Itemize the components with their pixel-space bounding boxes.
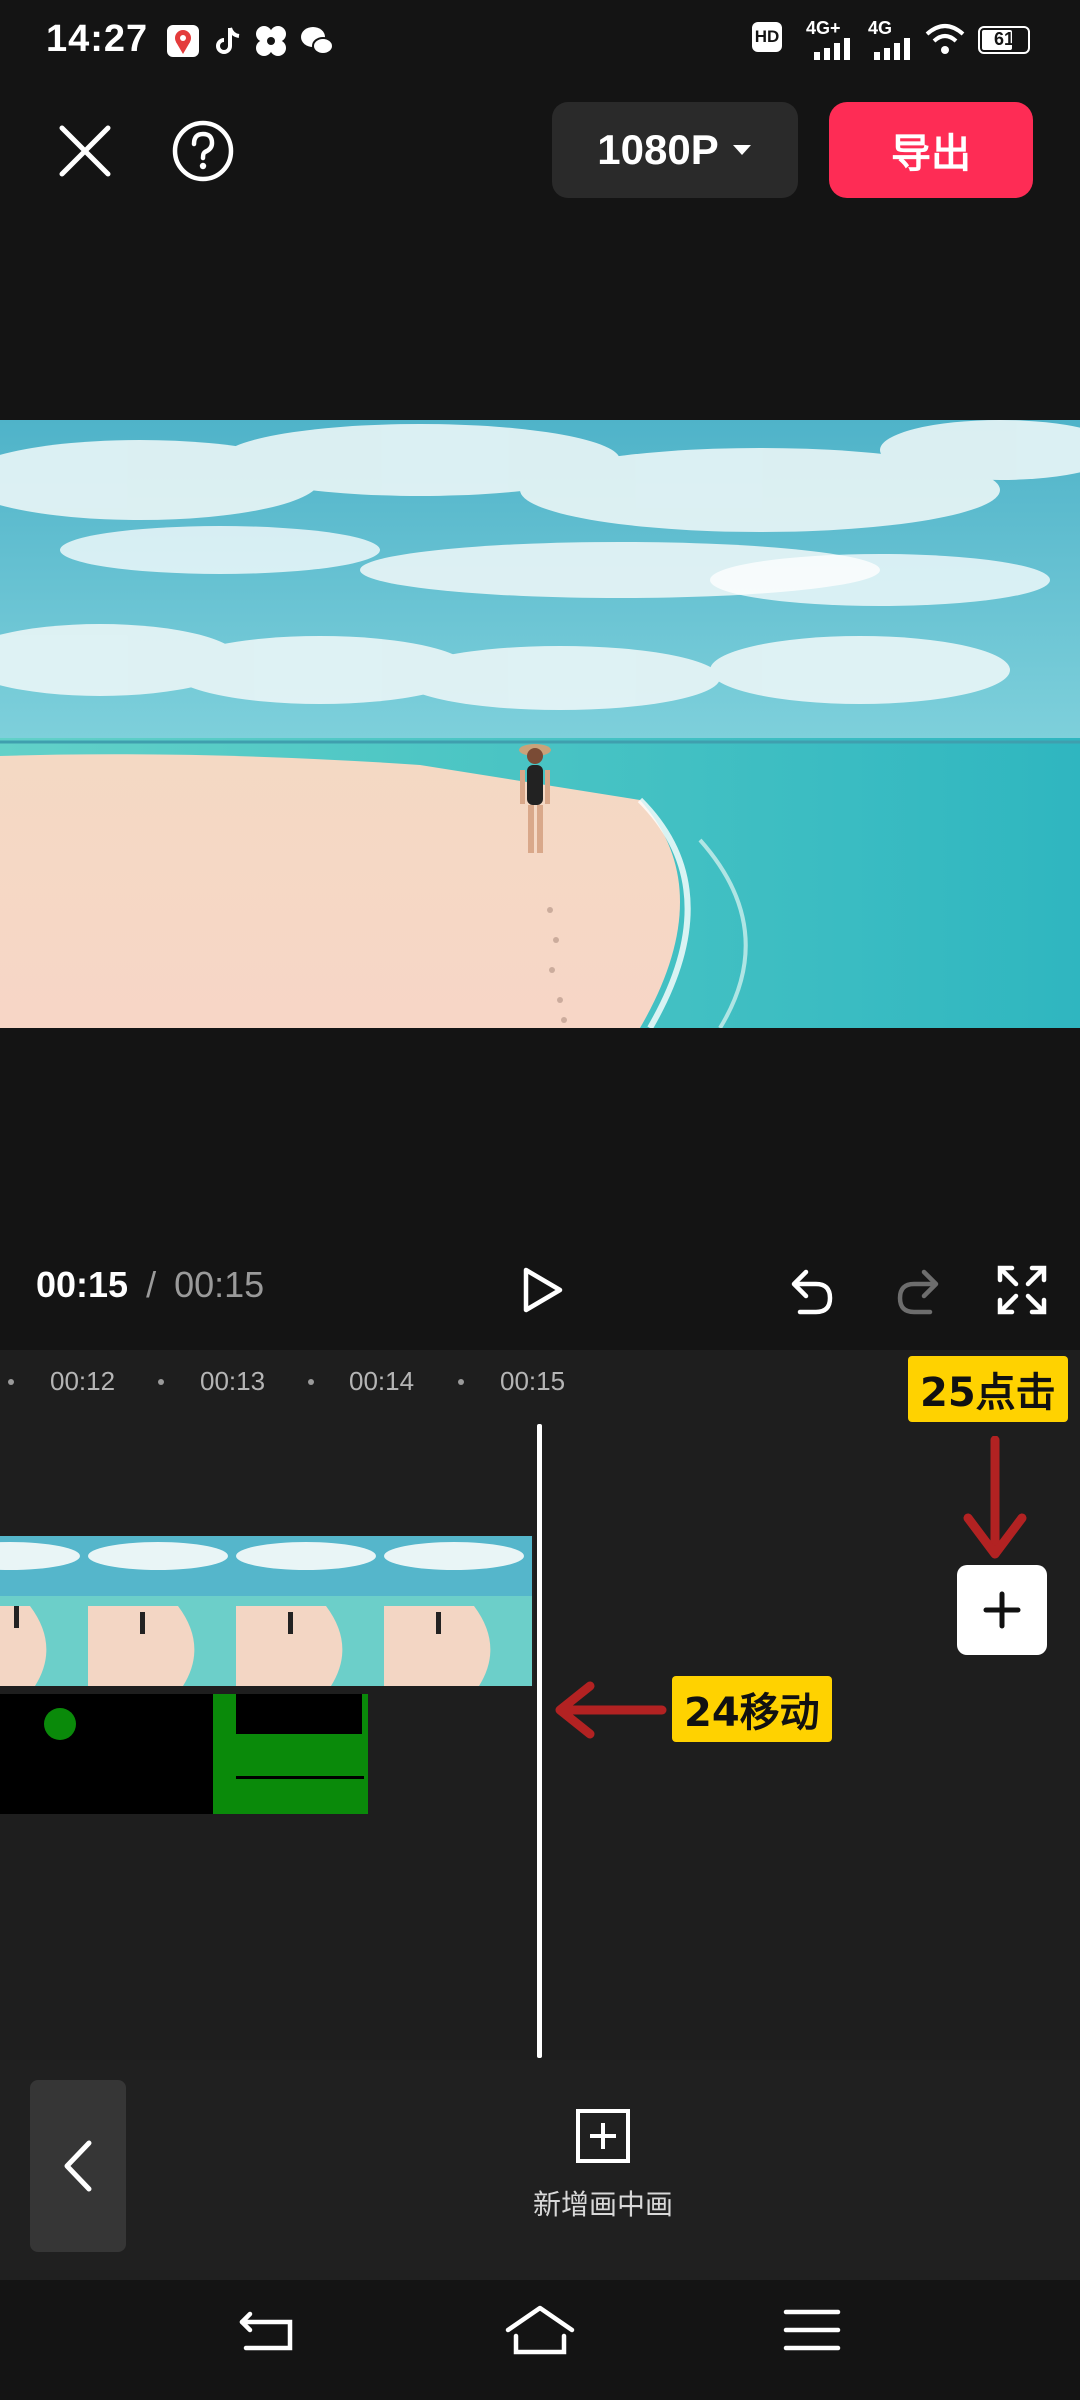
resolution-selector[interactable]: 1080P [552,102,798,198]
clip-thumbnail [236,1536,386,1686]
network-label-4g-plus: 4G+ [806,18,841,38]
fan-icon [256,26,286,56]
overlay-clip-line [236,1776,364,1779]
add-pip-button[interactable]: 新增画中画 [498,2108,708,2223]
ruler-label-12: 00:12 [50,1366,116,1396]
play-button[interactable] [514,1262,570,1318]
video-preview[interactable] [0,420,1080,1028]
signal-icon [814,38,850,60]
ruler-tick [8,1379,14,1385]
ruler-label-15: 00:15 [500,1366,566,1396]
resolution-label: 1080P [597,126,719,173]
wifi-icon [925,24,965,54]
tutorial-callout-move: 24移动 [672,1676,832,1742]
plus-icon [983,1591,1021,1629]
map-pin-icon [167,25,199,57]
export-button[interactable]: 导出 [829,102,1033,198]
total-time: 00:15 [174,1264,265,1305]
ruler-tick [308,1379,314,1385]
battery-level: 61 [993,29,1015,49]
system-home-icon[interactable] [500,2300,580,2360]
arrow-left-icon [555,1681,667,1739]
close-button[interactable] [52,118,118,184]
tiktok-icon [216,27,240,54]
signal-icon-2 [874,38,910,60]
add-pip-label: 新增画中画 [532,2188,673,2221]
playback-time: 00:15 / 00:15 [36,1264,264,1306]
undo-button[interactable] [784,1262,840,1318]
tutorial-callout-click: 25点击 [908,1356,1068,1422]
ruler-tick [458,1379,464,1385]
ruler-label-13: 00:13 [200,1366,266,1396]
chevron-left-icon [64,2140,92,2192]
beach-scene-image [0,420,1080,1028]
overlay-clip-black[interactable] [0,1694,214,1814]
fullscreen-button[interactable] [994,1262,1050,1318]
overlay-clip-waveform [236,1694,362,1734]
current-time: 00:15 [36,1264,129,1305]
system-menu-icon[interactable] [772,2300,852,2360]
back-button[interactable] [30,2080,126,2252]
status-time: 14:27 [46,18,149,60]
playhead[interactable] [537,1424,542,2058]
add-square-icon [576,2109,630,2163]
video-track[interactable] [0,1536,538,1686]
add-clip-button[interactable] [957,1565,1047,1655]
time-separator: / [146,1264,157,1305]
caret-down-icon [732,145,751,155]
clip-thumbnail [0,1536,90,1686]
redo-button[interactable] [890,1262,946,1318]
network-label-4g: 4G [868,18,893,38]
battery-icon: 61 [978,26,1030,54]
clip-thumbnail [88,1536,238,1686]
help-icon[interactable] [170,118,236,184]
wechat-icon [301,27,334,55]
keyframe-dot [44,1708,76,1740]
arrow-down-icon [963,1436,1027,1559]
status-bar [0,0,1080,84]
clip-thumbnail [384,1536,534,1686]
ruler-label-14: 00:14 [349,1366,415,1396]
system-back-icon[interactable] [228,2300,308,2360]
ruler-tick [158,1379,164,1385]
hd-badge: HD [752,22,782,52]
